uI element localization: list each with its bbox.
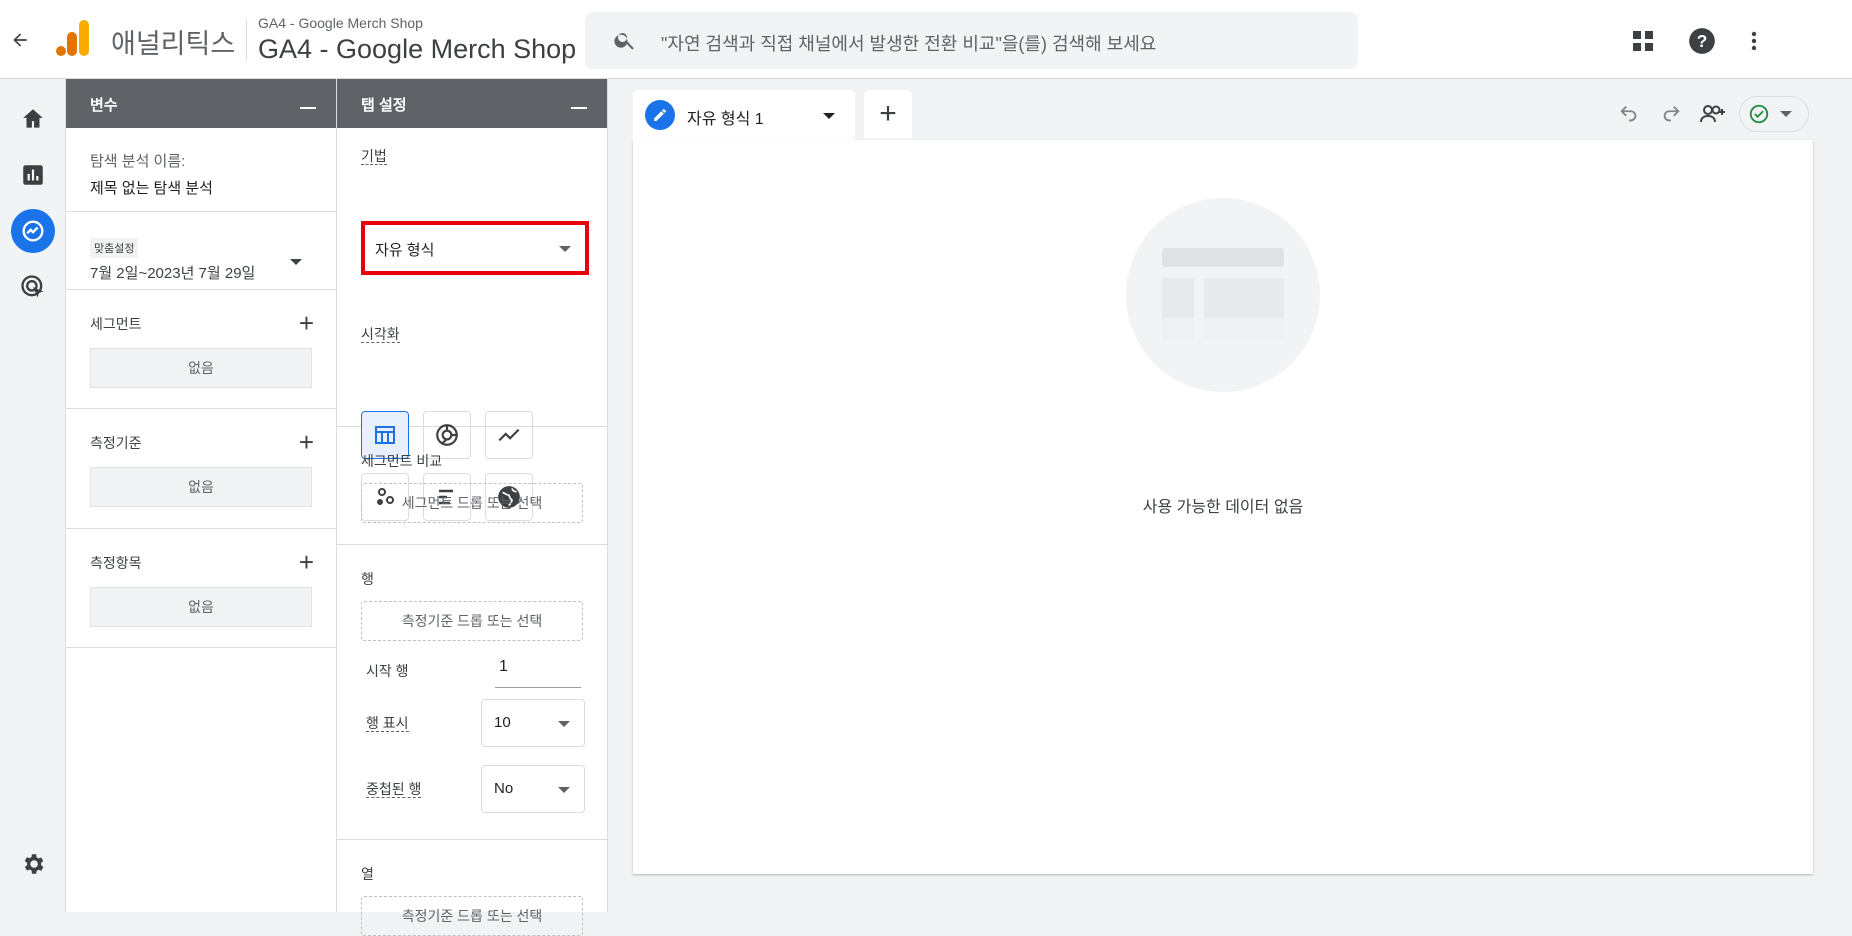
tab-menu-arrow-icon[interactable] (823, 113, 835, 119)
visualization-label: 시각화 (361, 326, 400, 343)
exploration-canvas-area: 자유 형식 1 + 사용 가능한 데이터 없음 (608, 79, 1852, 912)
save-status-arrow-icon (1780, 111, 1792, 117)
empty-state-illustration (1126, 198, 1320, 392)
exploration-name-input[interactable]: 제목 없는 탐색 분석 (90, 177, 312, 198)
nested-rows-label: 중첩된 행 (366, 781, 422, 798)
back-arrow-icon[interactable] (6, 24, 34, 56)
edit-pencil-icon[interactable] (645, 100, 675, 130)
exploration-name-label: 탐색 분석 이름: (90, 153, 186, 170)
metrics-empty: 없음 (90, 587, 312, 627)
tab-settings-header: 탭 설정 (337, 79, 607, 128)
redo-icon[interactable] (1654, 97, 1688, 131)
share-people-icon[interactable] (1696, 97, 1730, 131)
segments-empty: 없음 (90, 348, 312, 388)
dimensions-section: 측정기준 + 없음 (66, 409, 336, 529)
show-rows-value: 10 (494, 714, 511, 731)
technique-section: 기법 자유 형식 시각화 (337, 128, 607, 521)
account-name[interactable]: GA4 - Google Merch Shop (258, 15, 423, 31)
apps-grid-icon[interactable] (1627, 25, 1659, 57)
variables-panel: 변수 탐색 분석 이름: 제목 없는 탐색 분석 맞춤설정 7월 2일~2023… (66, 79, 337, 912)
nested-rows-value: No (494, 780, 514, 797)
segment-drop-zone[interactable]: 세그먼트 드롭 또는 선택 (361, 483, 583, 523)
variables-panel-header: 변수 (66, 79, 336, 128)
undo-icon[interactable] (1612, 97, 1646, 131)
app-name: 애널리틱스 (111, 29, 236, 59)
help-icon[interactable]: ? (1686, 25, 1718, 57)
tab-freeform-1[interactable]: 자유 형식 1 (633, 90, 855, 140)
start-row-label: 시작 행 (366, 663, 409, 679)
technique-dropdown-arrow-icon (559, 246, 571, 252)
show-rows-label: 행 표시 (366, 715, 409, 732)
show-rows-arrow-icon (558, 721, 570, 727)
check-circle-icon (1749, 104, 1769, 124)
add-segment-icon[interactable]: + (299, 310, 314, 336)
reports-icon[interactable] (11, 153, 55, 197)
rows-section: 행 측정기준 드롭 또는 선택 시작 행 1 행 표시 10 중첩된 행 No (337, 545, 607, 840)
property-name[interactable]: GA4 - Google Merch Shop (258, 34, 576, 65)
tab-settings-title: 탭 설정 (361, 97, 407, 114)
date-dropdown-icon[interactable] (290, 259, 302, 265)
analytics-logo-icon (56, 20, 90, 58)
start-row-input[interactable]: 1 (495, 650, 581, 688)
segment-compare-label: 세그먼트 비교 (361, 453, 443, 469)
svg-text:?: ? (1697, 31, 1708, 51)
technique-dropdown[interactable]: 자유 형식 (361, 221, 589, 275)
settings-gear-icon[interactable] (11, 842, 55, 886)
add-tab-button[interactable]: + (864, 90, 912, 138)
columns-label: 열 (361, 866, 374, 882)
exploration-name-section: 탐색 분석 이름: 제목 없는 탐색 분석 (66, 128, 336, 212)
show-rows-select[interactable]: 10 (481, 699, 585, 747)
metrics-section: 측정항목 + 없음 (66, 529, 336, 648)
minimize-tab-settings-icon[interactable] (571, 107, 587, 109)
technique-value: 자유 형식 (375, 242, 435, 259)
advertising-icon[interactable] (11, 265, 55, 309)
explore-icon[interactable] (11, 209, 55, 253)
left-navigation (0, 79, 66, 912)
no-data-message: 사용 가능한 데이터 없음 (1142, 499, 1304, 516)
search-bar[interactable]: "자연 검색과 직접 채널에서 발생한 전환 비교"을(를) 검색해 보세요 (585, 12, 1358, 69)
segments-section: 세그먼트 + 없음 (66, 290, 336, 409)
variables-panel-title: 변수 (90, 97, 118, 114)
rows-drop-zone[interactable]: 측정기준 드롭 또는 선택 (361, 601, 583, 641)
nested-rows-select[interactable]: No (481, 765, 585, 813)
save-status-menu[interactable] (1739, 96, 1809, 132)
add-metric-icon[interactable]: + (299, 549, 314, 575)
minimize-variables-icon[interactable] (300, 107, 316, 109)
tab-label: 자유 형식 1 (687, 111, 764, 128)
dimensions-empty: 없음 (90, 467, 312, 507)
search-placeholder: "자연 검색과 직접 채널에서 발생한 전환 비교"을(를) 검색해 보세요 (661, 34, 1157, 54)
header-divider (246, 20, 247, 60)
canvas: 사용 가능한 데이터 없음 (633, 140, 1813, 874)
technique-label: 기법 (361, 148, 387, 165)
date-range-section[interactable]: 맞춤설정 7월 2일~2023년 7월 29일 (66, 212, 336, 290)
more-vert-icon[interactable] (1738, 25, 1770, 57)
segment-compare-section: 세그먼트 비교 세그먼트 드롭 또는 선택 (337, 427, 607, 545)
home-icon[interactable] (11, 97, 55, 141)
search-icon (613, 28, 637, 57)
columns-section: 열 측정기준 드롭 또는 선택 (337, 840, 607, 936)
nested-rows-arrow-icon (558, 787, 570, 793)
top-app-bar: 애널리틱스 GA4 - Google Merch Shop GA4 - Goog… (0, 0, 1852, 79)
rows-label: 행 (361, 571, 374, 587)
date-badge: 맞춤설정 (90, 238, 139, 258)
add-dimension-icon[interactable]: + (299, 429, 314, 455)
tab-settings-panel: 탭 설정 기법 자유 형식 시각화 세그먼트 비교 세그먼트 드롭 또는 선택 (337, 79, 608, 936)
date-range-value[interactable]: 7월 2일~2023년 7월 29일 (90, 262, 312, 283)
columns-drop-zone[interactable]: 측정기준 드롭 또는 선택 (361, 896, 583, 936)
